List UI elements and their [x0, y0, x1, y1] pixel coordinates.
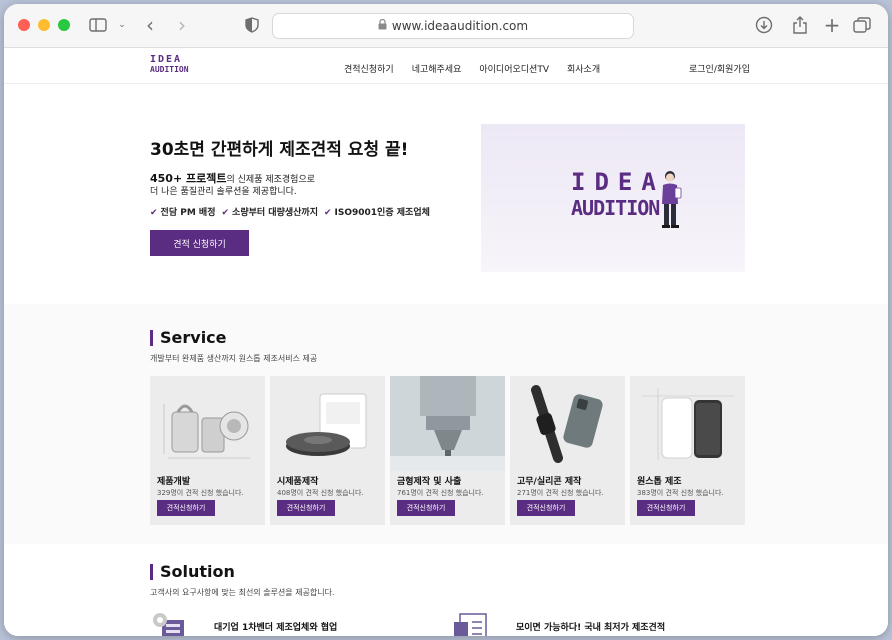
- feature-label: 소량부터 대량생산까지: [232, 208, 318, 218]
- service-card-silicone[interactable]: 고무/실리콘 제작 271명이 견적 신청 했습니다. 견적신청하기: [510, 376, 625, 525]
- card-title: 시제품제작: [277, 477, 319, 487]
- sidebar-icon[interactable]: [88, 15, 108, 35]
- factory-icon: [153, 613, 184, 636]
- shield-icon[interactable]: [242, 15, 262, 35]
- check-icon: ✔: [150, 208, 158, 218]
- address-bar[interactable]: www.ideaaudition.com: [272, 13, 634, 39]
- site-logo[interactable]: IDEA AUDITION: [150, 55, 189, 75]
- card-count: 383명이 견적 신청 했습니다.: [637, 489, 724, 497]
- service-card-product-dev[interactable]: 제품개발 329명이 견적 신청 했습니다. 견적신청하기: [150, 376, 265, 525]
- solution-item-title: 대기업 1차벤더 제조업체와 협업: [214, 622, 338, 633]
- silicone-icon: [510, 376, 625, 471]
- card-title: 고무/실리콘 제작: [517, 477, 582, 487]
- hero-section: 30초면 간편하게 제조견적 요청 끝! 450+ 프로젝트의 신제품 제조경험…: [4, 84, 888, 304]
- card-title: 원스톱 제조: [637, 477, 682, 487]
- service-section: Service 개발부터 완제품 생산까지 원스톱 제조서비스 제공 제품개발 …: [4, 304, 888, 544]
- card-quote-button[interactable]: 견적신청하기: [277, 500, 335, 516]
- hero-title: 30초면 간편하게 제조견적 요청 끝!: [150, 140, 409, 160]
- document-icon: [454, 613, 487, 636]
- lock-icon: [378, 18, 387, 33]
- site-header: IDEA AUDITION 견적신청하기 네고해주세요 아이디어오디션TV 회사…: [4, 48, 888, 84]
- logo-line2: AUDITION: [150, 65, 189, 74]
- nav-about[interactable]: 회사소개: [567, 62, 600, 75]
- hero-logo-line1: IDEA: [571, 168, 665, 196]
- section-accent-bar: [150, 564, 153, 580]
- onestop-icon: [630, 376, 745, 471]
- chevron-down-icon[interactable]: ⌄: [116, 15, 128, 35]
- prototype-icon: [270, 376, 385, 471]
- share-icon[interactable]: [790, 15, 810, 35]
- feature-item: ✔ 전담 PM 배정: [150, 205, 216, 218]
- feature-label: 전담 PM 배정: [160, 208, 216, 218]
- card-quote-button[interactable]: 견적신청하기: [157, 500, 215, 516]
- solution-title: Solution: [160, 562, 235, 581]
- hero-image: IDEA AUDITION: [481, 124, 745, 272]
- solution-desc: 고객사의 요구사항에 맞는 최선의 솔루션을 제공합니다.: [150, 588, 335, 597]
- hero-feature-list: ✔ 전담 PM 배정 ✔ 소량부터 대량생산까지 ✔ ISO9001인증 제조업체: [150, 205, 430, 218]
- hero-logo-line2: AUDITION: [571, 196, 660, 220]
- tab-overview-icon[interactable]: [852, 15, 872, 35]
- product-dev-icon: [150, 376, 265, 471]
- nav-quote-request[interactable]: 견적신청하기: [344, 62, 394, 75]
- minimize-window-button[interactable]: [38, 19, 50, 31]
- zoom-window-button[interactable]: [58, 19, 70, 31]
- forward-icon[interactable]: ›: [174, 13, 190, 37]
- solution-item: 모이면 가능하다! 국내 최저가 제조견적: [452, 612, 665, 636]
- card-quote-button[interactable]: 견적신청하기: [397, 500, 455, 516]
- url-text: www.ideaaudition.com: [391, 19, 529, 33]
- service-card-prototype[interactable]: 시제품제작 408명이 견적 신청 했습니다. 견적신청하기: [270, 376, 385, 525]
- browser-toolbar: ⌄ ‹ › www.ideaaudition.com +: [4, 4, 888, 48]
- new-tab-icon[interactable]: +: [822, 13, 842, 37]
- service-card-mold[interactable]: 금형제작 및 사출 761명이 견적 신청 했습니다. 견적신청하기: [390, 376, 505, 525]
- person-figure-icon: [662, 171, 682, 228]
- close-window-button[interactable]: [18, 19, 30, 31]
- main-nav: 견적신청하기 네고해주세요 아이디어오디션TV 회사소개: [344, 62, 600, 75]
- solution-item: 대기업 1차벤더 제조업체와 협업: [150, 612, 337, 636]
- logo-line1: IDEA: [150, 54, 183, 65]
- hero-image-logo: IDEA AUDITION: [571, 168, 665, 220]
- card-quote-button[interactable]: 견적신청하기: [637, 500, 695, 516]
- card-count: 761명이 견적 신청 했습니다.: [397, 489, 484, 497]
- feature-label: ISO9001인증 제조업체: [334, 208, 430, 218]
- nav-tv[interactable]: 아이디어오디션TV: [479, 62, 549, 75]
- service-desc: 개발부터 완제품 생산까지 원스톱 제조서비스 제공: [150, 354, 318, 363]
- service-cards: 제품개발 329명이 견적 신청 했습니다. 견적신청하기 시제품제작 408명…: [150, 376, 745, 525]
- card-quote-button[interactable]: 견적신청하기: [517, 500, 575, 516]
- card-title: 금형제작 및 사출: [397, 477, 462, 487]
- section-accent-bar: [150, 330, 153, 346]
- browser-window: ⌄ ‹ › www.ideaaudition.com + IDEA AUDITI…: [4, 4, 888, 636]
- card-title: 제품개발: [157, 477, 191, 487]
- login-link[interactable]: 로그인/회원가입: [689, 62, 750, 75]
- check-icon: ✔: [221, 208, 230, 218]
- card-count: 408명이 견적 신청 했습니다.: [277, 489, 364, 497]
- check-icon: ✔: [323, 208, 332, 218]
- hero-subtitle-2: 더 나은 품질관리 솔루션을 제공합니다.: [150, 187, 297, 197]
- back-icon[interactable]: ‹: [142, 13, 158, 37]
- feature-item: ✔ 소량부터 대량생산까지: [222, 205, 318, 218]
- feature-item: ✔ ISO9001인증 제조업체: [324, 205, 430, 218]
- download-icon[interactable]: [754, 15, 774, 35]
- service-card-onestop[interactable]: 원스톱 제조 383명이 견적 신청 했습니다. 견적신청하기: [630, 376, 745, 525]
- nav-negotiate[interactable]: 네고해주세요: [412, 62, 462, 75]
- hero-quote-button[interactable]: 견적 신청하기: [150, 230, 249, 256]
- solution-item-title: 모이면 가능하다! 국내 최저가 제조견적: [516, 622, 666, 633]
- card-count: 329명이 견적 신청 했습니다.: [157, 489, 244, 497]
- solution-section: Solution 고객사의 요구사항에 맞는 최선의 솔루션을 제공합니다. 대…: [4, 544, 888, 636]
- mold-icon: [390, 376, 505, 471]
- card-count: 271명이 견적 신청 했습니다.: [517, 489, 604, 497]
- service-title: Service: [160, 328, 227, 347]
